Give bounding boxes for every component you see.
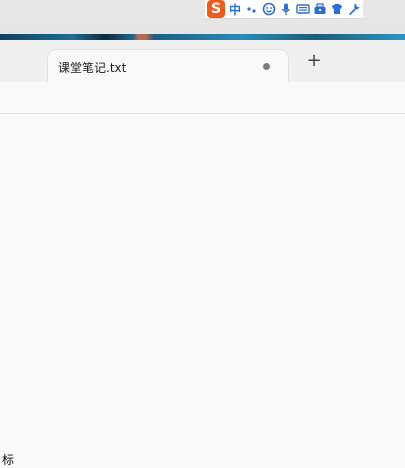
window-top-band (0, 22, 405, 34)
new-tab-button[interactable]: + (305, 52, 323, 70)
menu-toolbar-area (0, 82, 405, 114)
text-editor-area[interactable] (0, 114, 405, 466)
punctuation-icon[interactable] (245, 2, 259, 16)
keyboard-icon[interactable] (296, 2, 310, 16)
editor-partial-text: 标 (2, 453, 15, 467)
emoji-icon[interactable] (262, 2, 276, 16)
sogou-logo-icon[interactable]: S (207, 0, 225, 18)
skin-icon[interactable] (330, 2, 344, 16)
tab-title: 课堂笔记.txt (58, 61, 127, 75)
microphone-icon[interactable] (279, 2, 293, 16)
tab-active-document[interactable]: 课堂笔记.txt (48, 50, 288, 82)
ime-toolbar[interactable]: S 中 (205, 0, 363, 19)
settings-wrench-icon[interactable] (347, 2, 361, 16)
toolbox-icon[interactable] (313, 2, 327, 16)
tab-bar: 课堂笔记.txt + (0, 40, 405, 82)
unsaved-indicator-icon[interactable] (263, 63, 270, 70)
ime-mode-toggle[interactable]: 中 (228, 1, 242, 18)
